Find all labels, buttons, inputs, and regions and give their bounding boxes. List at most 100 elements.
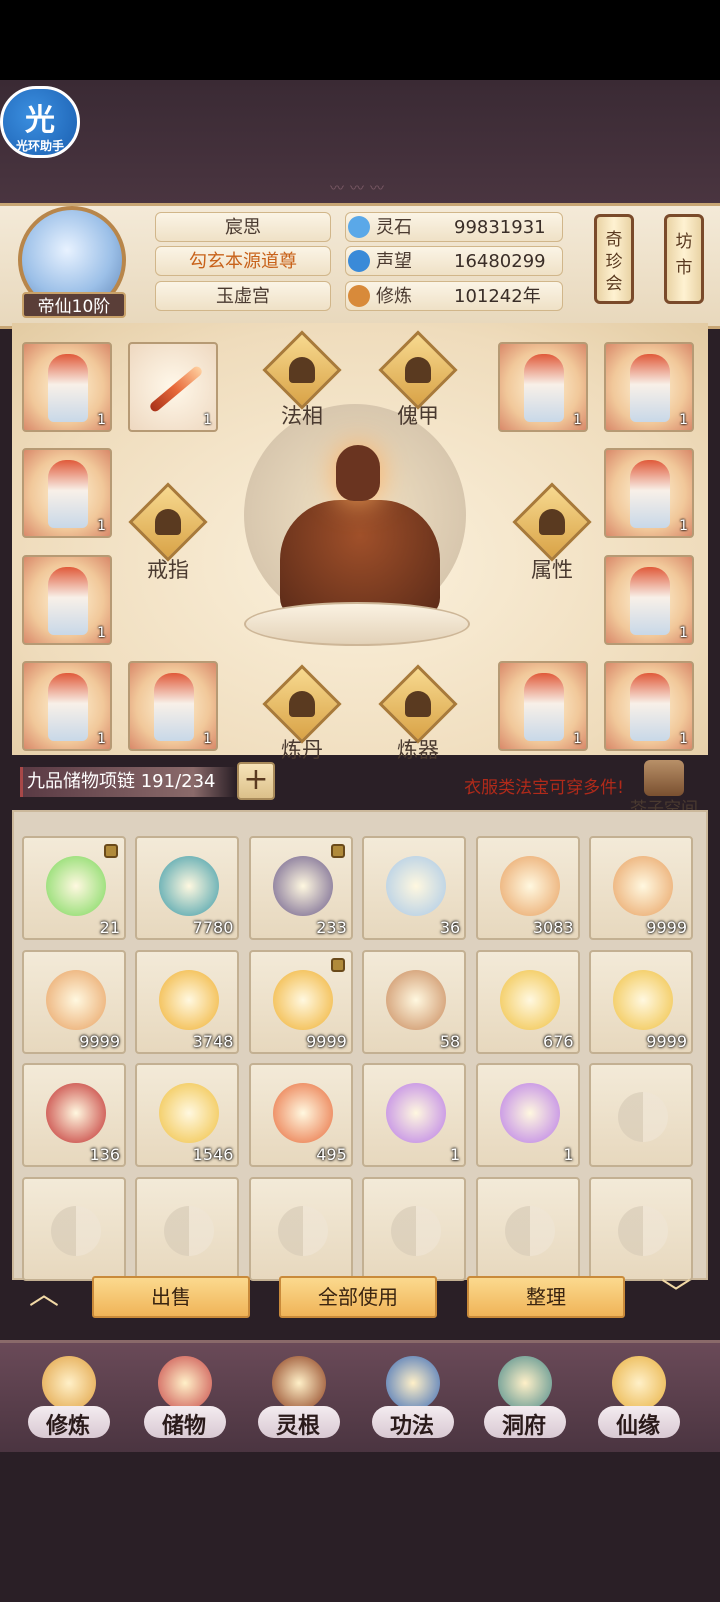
equip-slot[interactable]: 1 bbox=[498, 342, 588, 432]
nav-item[interactable]: 功法 bbox=[364, 1356, 460, 1448]
item-art-icon bbox=[386, 856, 447, 916]
yin-yang-icon bbox=[164, 1205, 215, 1256]
inventory-item[interactable]: 7780 bbox=[135, 836, 240, 940]
equip-slot[interactable]: 1 bbox=[22, 555, 112, 645]
helper-logo-icon: 光 bbox=[25, 103, 55, 138]
inventory-item[interactable]: 1 bbox=[475, 1063, 580, 1167]
slot-count: 1 bbox=[573, 412, 582, 428]
spirit-stone-icon bbox=[348, 216, 370, 238]
inventory-empty-slot[interactable] bbox=[248, 1176, 353, 1281]
helper-label: 光环助手 bbox=[15, 139, 64, 153]
nav-item[interactable]: 灵根 bbox=[250, 1356, 346, 1448]
nav-item[interactable]: 仙缘 bbox=[590, 1356, 686, 1448]
inventory-item[interactable]: 1546 bbox=[135, 1063, 240, 1167]
inventory-empty-slot[interactable] bbox=[22, 1176, 126, 1281]
equip-slot[interactable]: 1 bbox=[604, 555, 694, 645]
nav-label: 洞府 bbox=[501, 1414, 546, 1439]
inventory-item[interactable]: 9999 bbox=[589, 949, 693, 1054]
equip-slot[interactable]: 1 bbox=[22, 661, 112, 751]
slot-count: 1 bbox=[679, 518, 688, 534]
category-forging[interactable]: 炼器 bbox=[378, 664, 458, 762]
item-count: 9999 bbox=[79, 1031, 120, 1051]
slot-count: 1 bbox=[679, 412, 688, 428]
nav-item[interactable]: 修炼 bbox=[20, 1356, 116, 1448]
page-up-icon[interactable]: ︿ bbox=[18, 1280, 70, 1310]
equip-slot[interactable]: 1 bbox=[22, 448, 112, 538]
sell-button[interactable]: 出售 bbox=[92, 1276, 250, 1318]
armor-figure-icon bbox=[154, 673, 194, 741]
resource-cultivation: 修炼 101242年 bbox=[345, 281, 563, 311]
inventory-empty-slot[interactable] bbox=[589, 1063, 693, 1167]
item-art-icon bbox=[159, 1083, 220, 1143]
equip-slot[interactable]: 1 bbox=[604, 661, 694, 751]
inventory-item[interactable]: 9999 bbox=[22, 949, 126, 1054]
item-art-icon bbox=[386, 969, 447, 1030]
inventory-item[interactable]: 21 bbox=[22, 836, 126, 940]
page-down-icon[interactable]: ﹀ bbox=[650, 1280, 702, 1310]
player-title[interactable]: 勾玄本源道尊 bbox=[155, 246, 331, 276]
resource-value: 16480299 bbox=[454, 251, 546, 272]
player-rank: 帝仙10阶 bbox=[22, 292, 126, 318]
inventory-item[interactable]: 3748 bbox=[135, 949, 240, 1054]
sort-button[interactable]: 整理 bbox=[467, 1276, 625, 1318]
inventory-item[interactable]: 233 bbox=[248, 836, 353, 940]
category-label: 傀甲 bbox=[397, 404, 439, 428]
category-attributes[interactable]: 属性 bbox=[512, 482, 592, 582]
market-button[interactable]: 坊市 bbox=[664, 214, 704, 304]
use-all-button[interactable]: 全部使用 bbox=[279, 1276, 437, 1318]
inventory-item[interactable]: 136 bbox=[22, 1063, 126, 1167]
equip-slot[interactable]: 1 bbox=[22, 342, 112, 432]
item-count: 21 bbox=[99, 918, 120, 937]
inventory-item[interactable]: 3083 bbox=[475, 836, 580, 940]
slot-count: 1 bbox=[679, 731, 688, 747]
category-puppet-armor[interactable]: 傀甲 bbox=[378, 330, 458, 428]
item-art-icon bbox=[499, 1083, 560, 1143]
inventory-item[interactable]: 58 bbox=[362, 949, 467, 1054]
nav-label: 功法 bbox=[389, 1414, 434, 1439]
storage-notice: 衣服类法宝可穿多件! bbox=[464, 778, 624, 798]
inventory-empty-slot[interactable] bbox=[135, 1176, 240, 1281]
chest-icon bbox=[644, 760, 684, 796]
equip-slot[interactable]: 1 bbox=[128, 661, 218, 751]
player-sect[interactable]: 玉虚宫 bbox=[155, 281, 331, 311]
treasure-fair-button[interactable]: 奇珍会 bbox=[594, 214, 634, 304]
inventory-item[interactable]: 676 bbox=[475, 949, 580, 1054]
inventory-item[interactable]: 495 bbox=[248, 1063, 353, 1167]
inventory-empty-slot[interactable] bbox=[475, 1176, 580, 1281]
category-alchemy[interactable]: 炼丹 bbox=[262, 664, 342, 762]
inventory-item[interactable]: 36 bbox=[362, 836, 467, 940]
equip-slot[interactable]: 1 bbox=[128, 342, 218, 432]
item-art-icon bbox=[159, 856, 220, 916]
item-art-icon bbox=[272, 969, 333, 1030]
inventory-item[interactable]: 9999 bbox=[589, 836, 693, 940]
item-art-icon bbox=[613, 856, 673, 916]
armor-figure-icon bbox=[630, 354, 670, 422]
nav-item[interactable]: 储物 bbox=[136, 1356, 232, 1448]
slot-count: 1 bbox=[97, 731, 106, 747]
inventory-empty-slot[interactable] bbox=[362, 1176, 467, 1281]
item-art-icon bbox=[46, 1083, 106, 1143]
nav-item[interactable]: 洞府 bbox=[476, 1356, 572, 1448]
slot-count: 1 bbox=[97, 625, 106, 641]
inventory-empty-slot[interactable] bbox=[589, 1176, 693, 1281]
inventory-item[interactable]: 1 bbox=[362, 1063, 467, 1167]
category-ring[interactable]: 戒指 bbox=[128, 482, 208, 582]
item-count: 1546 bbox=[192, 1145, 234, 1164]
attributes-icon bbox=[512, 482, 592, 562]
armor-figure-icon bbox=[524, 673, 564, 741]
armor-figure-icon bbox=[48, 354, 88, 422]
yin-yang-icon bbox=[618, 1205, 668, 1256]
armor-figure-icon bbox=[630, 567, 670, 635]
expand-storage-button[interactable]: + bbox=[237, 762, 275, 800]
inventory-item[interactable]: 9999 bbox=[248, 949, 353, 1054]
equip-slot[interactable]: 1 bbox=[498, 661, 588, 751]
category-dharma-form[interactable]: 法相 bbox=[262, 330, 342, 428]
equip-slot[interactable]: 1 bbox=[604, 448, 694, 538]
forging-anvil-icon bbox=[378, 664, 458, 744]
helper-app-button[interactable]: 光 光环助手 bbox=[0, 86, 80, 158]
armor-figure-icon bbox=[524, 354, 564, 422]
nav-icon bbox=[386, 1356, 440, 1410]
nav-label: 修炼 bbox=[45, 1414, 90, 1439]
equip-slot[interactable]: 1 bbox=[604, 342, 694, 432]
item-art-icon bbox=[272, 856, 333, 916]
